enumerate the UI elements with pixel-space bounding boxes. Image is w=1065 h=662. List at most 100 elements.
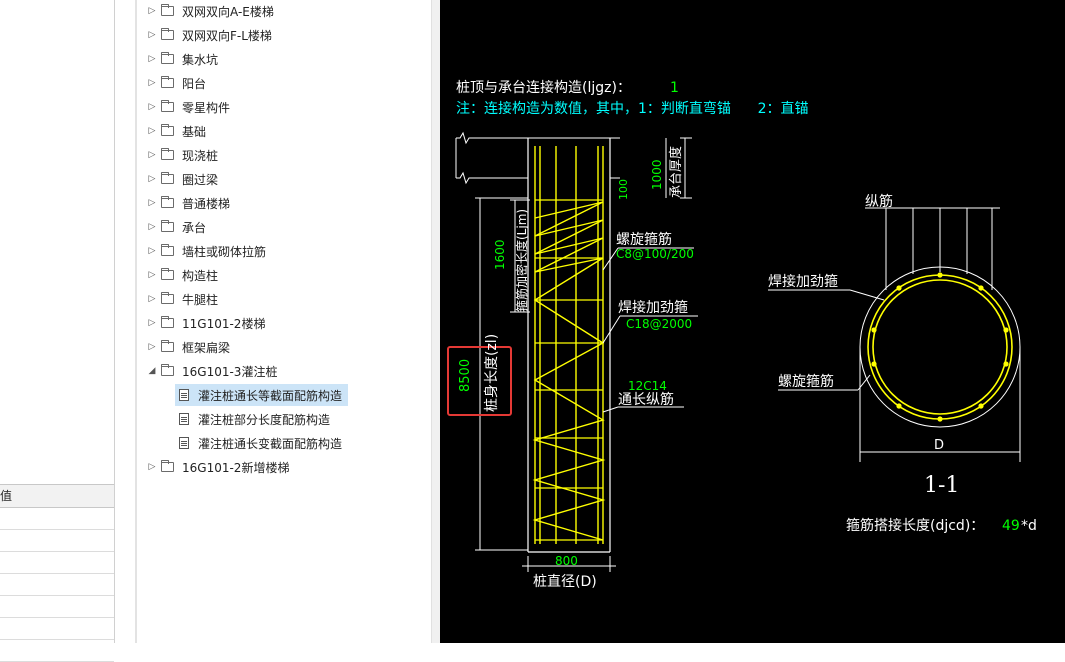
chevron-right-icon[interactable]: ▷ [147, 342, 157, 352]
folder-icon [161, 76, 174, 88]
tree-folder-item[interactable]: ◢ 16G101-3灌注桩 [147, 360, 277, 382]
table-row[interactable] [0, 618, 114, 640]
tree-item-label: 基础 [182, 124, 207, 139]
top-offset-value: 100 [617, 179, 630, 200]
tree-item-label: 牛腿柱 [182, 292, 219, 307]
chevron-right-icon[interactable]: ▷ [147, 30, 157, 40]
property-table: 值 [0, 484, 114, 662]
document-icon [179, 389, 189, 401]
tree-folder-item[interactable]: ▷ 圈过梁 [147, 168, 218, 190]
tree-folder-item[interactable]: ▷ 普通楼梯 [147, 192, 230, 214]
table-row[interactable] [0, 530, 114, 552]
tree-item-label: 16G101-3灌注桩 [182, 364, 278, 379]
folder-icon [161, 268, 174, 280]
component-tree: ▷ 双网双向A-E楼梯 ▷ 双网双向F-L楼梯 ▷ 集水坑 ▷ 阳台 ▷ 零星构件 ▷ 基础 ▷ 现浇桩 ▷… [137, 0, 433, 643]
tree-folder-item[interactable]: ▷ 双网双向F-L楼梯 [147, 24, 272, 46]
chevron-right-icon[interactable]: ▷ [147, 198, 157, 208]
folder-icon [161, 148, 174, 160]
tree-leaf-item[interactable]: 灌注桩通长等截面配筋构造 [175, 384, 349, 406]
property-table-header: 值 [0, 484, 114, 508]
tree-item-label: 11G101-2楼梯 [182, 316, 266, 331]
chevron-right-icon[interactable]: ▷ [147, 102, 157, 112]
chevron-right-icon[interactable]: ▷ [147, 54, 157, 64]
panel-divider [114, 0, 115, 643]
folder-icon [161, 28, 174, 40]
chevron-down-icon[interactable]: ◢ [147, 366, 157, 376]
cap-thickness-label: 承台厚度 [668, 146, 684, 198]
pile-length-label: 桩身长度(zl) [483, 334, 500, 412]
chevron-right-icon[interactable]: ▷ [147, 246, 157, 256]
diameter-label: 桩直径(D) [533, 573, 597, 590]
long-bar-spec: 12C14 [628, 379, 667, 393]
tree-item-label: 灌注桩通长等截面配筋构造 [198, 388, 343, 403]
stiffener-spec: C18@2000 [626, 317, 692, 331]
section-rebar-dots [871, 272, 1009, 422]
value-column-header: 值 [0, 489, 13, 503]
chevron-right-icon[interactable]: ▷ [147, 294, 157, 304]
tree-folder-item[interactable]: ▷ 框架扁梁 [147, 336, 230, 358]
document-icon [179, 413, 189, 425]
chevron-right-icon[interactable]: ▷ [147, 174, 157, 184]
lap-length-label: 箍筋搭接长度(djcd)： [846, 517, 984, 534]
tree-folder-item[interactable]: ▷ 牛腿柱 [147, 288, 218, 310]
chevron-right-icon[interactable]: ▷ [147, 126, 157, 136]
chevron-right-icon[interactable]: ▷ [147, 318, 157, 328]
tree-item-label: 阳台 [182, 76, 207, 91]
tree-folder-item[interactable]: ▷ 集水坑 [147, 48, 218, 70]
connection-label: 桩顶与承台连接构造(ljgz)： [456, 79, 631, 96]
tree-folder-item[interactable]: ▷ 构造柱 [147, 264, 218, 286]
section-spiral-label: 螺旋箍筋 [778, 373, 834, 390]
section-stiffener-label: 焊接加劲箍 [768, 273, 838, 290]
folder-icon [161, 172, 174, 184]
tree-item-label: 墙柱或砌体拉筋 [182, 244, 267, 259]
stiffener-label: 焊接加劲箍 [618, 299, 688, 316]
spiral-spec: C8@100/200 [616, 247, 694, 261]
dense-length-value: 1600 [493, 239, 507, 270]
table-row[interactable] [0, 508, 114, 530]
chevron-right-icon[interactable]: ▷ [147, 150, 157, 160]
table-row[interactable] [0, 640, 114, 662]
tree-folder-item[interactable]: ▷ 16G101-2新增楼梯 [147, 456, 289, 478]
tree-item-label: 双网双向F-L楼梯 [182, 28, 272, 43]
tree-item-label: 双网双向A-E楼梯 [182, 4, 274, 19]
tree-folder-item[interactable]: ▷ 双网双向A-E楼梯 [147, 0, 274, 22]
lap-length-value: 49 [1002, 518, 1020, 534]
connection-note: 注：连接构造为数值，其中，1：判断直弯锚 2：直锚 [456, 100, 809, 117]
lap-length-suffix: *d [1021, 518, 1037, 534]
chevron-right-icon[interactable]: ▷ [147, 462, 157, 472]
section-title: 1-1 [924, 473, 959, 498]
folder-icon [161, 196, 174, 208]
tree-item-label: 16G101-2新增楼梯 [182, 460, 290, 475]
tree-folder-item[interactable]: ▷ 11G101-2楼梯 [147, 312, 265, 334]
chevron-right-icon[interactable]: ▷ [147, 270, 157, 280]
table-row[interactable] [0, 574, 114, 596]
chevron-right-icon[interactable]: ▷ [147, 222, 157, 232]
chevron-right-icon[interactable]: ▷ [147, 78, 157, 88]
tree-folder-item[interactable]: ▷ 墙柱或砌体拉筋 [147, 240, 266, 262]
tree-item-label: 零星构件 [182, 100, 231, 115]
cap-thickness-value: 1000 [650, 159, 664, 190]
section-outline [768, 207, 1021, 462]
folder-icon [161, 244, 174, 256]
table-row[interactable] [0, 596, 114, 618]
chevron-right-icon[interactable]: ▷ [147, 6, 157, 16]
tree-item-label: 构造柱 [182, 268, 219, 283]
tree-folder-item[interactable]: ▷ 承台 [147, 216, 206, 238]
section-diameter-label: D [934, 438, 944, 453]
tree-folder-item[interactable]: ▷ 零星构件 [147, 96, 230, 118]
tree-folder-item[interactable]: ▷ 阳台 [147, 72, 206, 94]
folder-icon [161, 292, 174, 304]
properties-panel: 值 [0, 0, 137, 662]
folder-icon [161, 460, 174, 472]
tree-folder-item[interactable]: ▷ 基础 [147, 120, 206, 142]
tree-item-label: 现浇桩 [182, 148, 219, 163]
table-row[interactable] [0, 552, 114, 574]
folder-icon [161, 4, 174, 16]
tree-folder-item[interactable]: ▷ 现浇桩 [147, 144, 218, 166]
tree-item-label: 承台 [182, 220, 207, 235]
tree-leaf-item[interactable]: 灌注桩部分长度配筋构造 [179, 408, 330, 430]
longitudinal-bars [534, 146, 604, 544]
folder-icon [161, 124, 174, 136]
section-long-label: 纵筋 [865, 193, 893, 210]
tree-leaf-item[interactable]: 灌注桩通长变截面配筋构造 [179, 432, 342, 454]
